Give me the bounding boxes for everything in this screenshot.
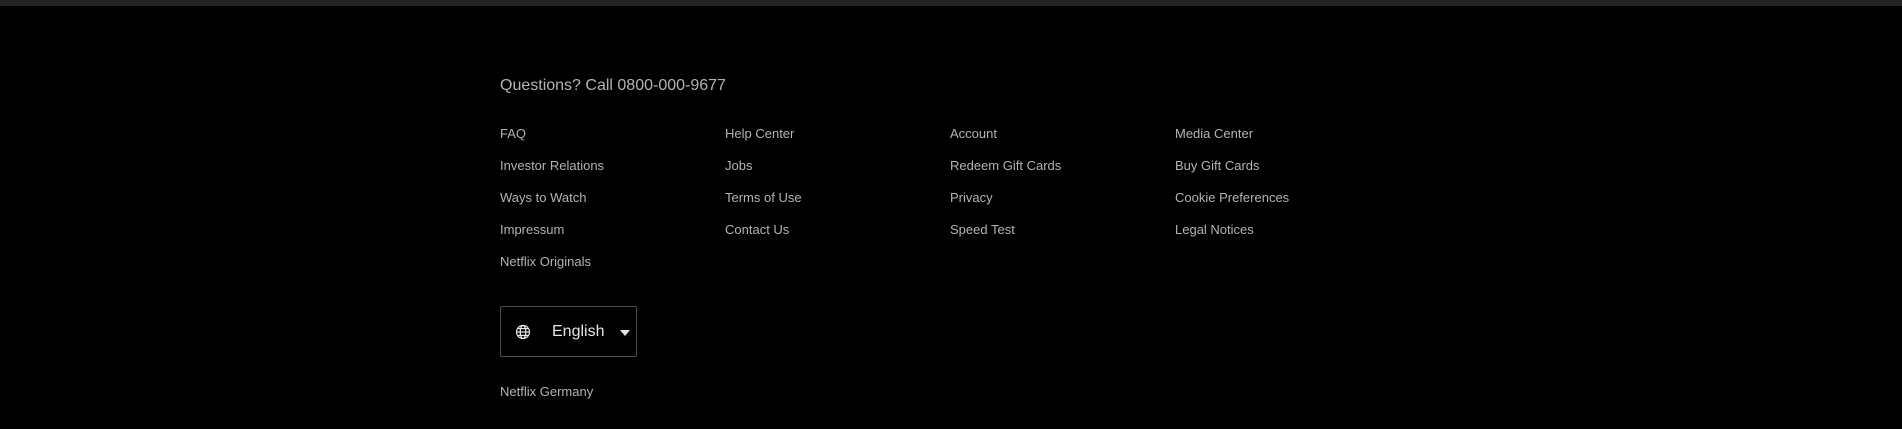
top-divider	[0, 0, 1902, 6]
footer-link-buy-gift-cards[interactable]: Buy Gift Cards	[1175, 156, 1260, 188]
footer-link-netflix-originals[interactable]: Netflix Originals	[500, 252, 591, 284]
footer-link-speed-test[interactable]: Speed Test	[950, 220, 1015, 252]
footer-link-legal-notices[interactable]: Legal Notices	[1175, 220, 1254, 252]
footer-link-account[interactable]: Account	[950, 124, 997, 156]
country-label: Netflix Germany	[500, 384, 594, 399]
contact-phone-text[interactable]: Questions? Call 0800-000-9677	[500, 75, 726, 97]
footer-link-investor-relations[interactable]: Investor Relations	[500, 156, 604, 188]
caret-down-icon	[620, 330, 630, 336]
language-select-value: English	[552, 323, 605, 340]
globe-icon	[515, 324, 531, 340]
footer-link-cookie-preferences[interactable]: Cookie Preferences	[1175, 188, 1289, 220]
footer-link-ways-to-watch[interactable]: Ways to Watch	[500, 188, 586, 220]
footer-link-faq[interactable]: FAQ	[500, 124, 526, 156]
footer-link-privacy[interactable]: Privacy	[950, 188, 993, 220]
footer-link-media-center[interactable]: Media Center	[1175, 124, 1253, 156]
footer-link-impressum[interactable]: Impressum	[500, 220, 564, 252]
footer-link-redeem-gift-cards[interactable]: Redeem Gift Cards	[950, 156, 1061, 188]
footer-links-grid: FAQ Help Center Account Media Center Inv…	[500, 124, 1400, 284]
language-select[interactable]: English	[500, 306, 637, 357]
footer-link-terms-of-use[interactable]: Terms of Use	[725, 188, 802, 220]
footer-link-jobs[interactable]: Jobs	[725, 156, 752, 188]
footer-link-contact-us[interactable]: Contact Us	[725, 220, 789, 252]
footer-link-help-center[interactable]: Help Center	[725, 124, 794, 156]
